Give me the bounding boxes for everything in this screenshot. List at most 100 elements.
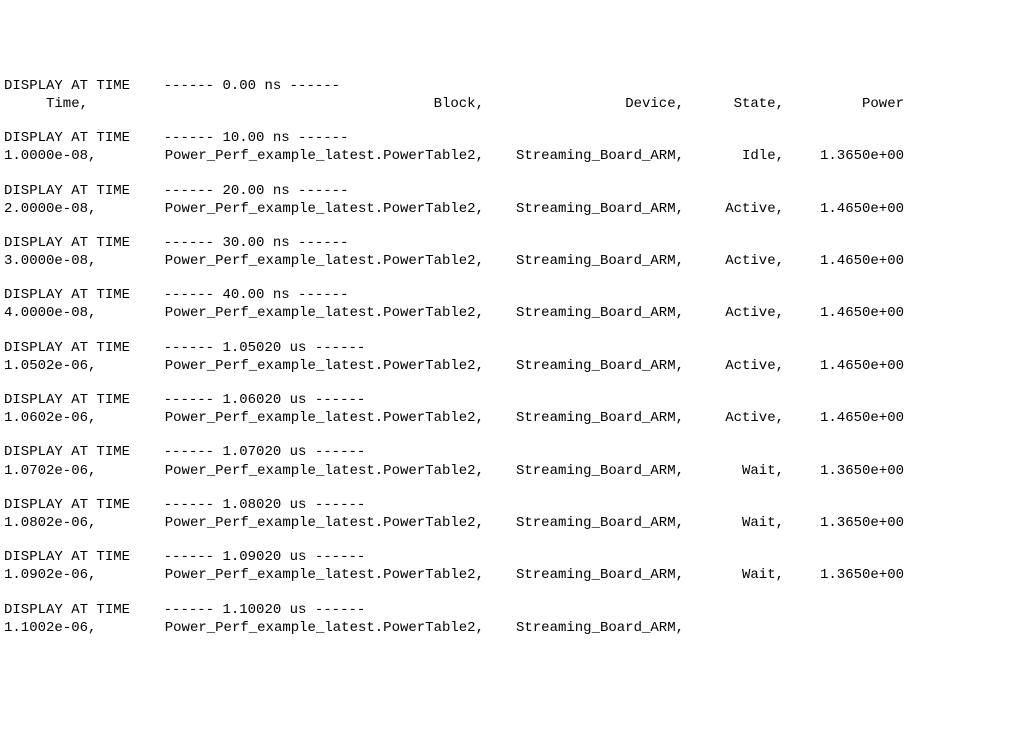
- log-entry: DISPLAY AT TIME ------ 1.10020 us ------…: [4, 601, 1020, 637]
- log-entry: DISPLAY AT TIME ------ 20.00 ns ------2.…: [4, 182, 1020, 218]
- timestamp-header: ------ 1.07020 us ------: [130, 444, 365, 460]
- timestamp-line: DISPLAY AT TIME ------ 1.05020 us ------: [4, 339, 1020, 357]
- col-state: Active,: [684, 357, 784, 375]
- col-power: 1.4650e+00: [784, 357, 904, 375]
- col-device: Device,: [484, 95, 684, 113]
- col-state: Wait,: [684, 514, 784, 532]
- timestamp-header: ------ 40.00 ns ------: [130, 287, 348, 303]
- col-device: Streaming_Board_ARM,: [484, 619, 684, 637]
- data-row: Time,Block,Device,State,Power: [4, 95, 1020, 113]
- col-block: Power_Perf_example_latest.PowerTable2,: [134, 304, 484, 322]
- data-row: 1.0802e-06,Power_Perf_example_latest.Pow…: [4, 514, 1020, 532]
- col-device: Streaming_Board_ARM,: [484, 252, 684, 270]
- timestamp-line: DISPLAY AT TIME ------ 0.00 ns ------: [4, 77, 1020, 95]
- col-device: Streaming_Board_ARM,: [484, 357, 684, 375]
- col-device: Streaming_Board_ARM,: [484, 304, 684, 322]
- col-state: Wait,: [684, 462, 784, 480]
- display-prefix: DISPLAY AT TIME: [4, 130, 130, 146]
- display-prefix: DISPLAY AT TIME: [4, 287, 130, 303]
- col-power: 1.4650e+00: [784, 304, 904, 322]
- col-state: Wait,: [684, 566, 784, 584]
- col-device: Streaming_Board_ARM,: [484, 147, 684, 165]
- col-time: Time,: [4, 95, 134, 113]
- col-time: 2.0000e-08,: [4, 200, 134, 218]
- timestamp-line: DISPLAY AT TIME ------ 1.07020 us ------: [4, 443, 1020, 461]
- display-prefix: DISPLAY AT TIME: [4, 497, 130, 513]
- data-row: 3.0000e-08,Power_Perf_example_latest.Pow…: [4, 252, 1020, 270]
- col-block: Power_Perf_example_latest.PowerTable2,: [134, 252, 484, 270]
- log-output: DISPLAY AT TIME ------ 0.00 ns ------ Ti…: [4, 77, 1020, 637]
- data-row: 1.0702e-06,Power_Perf_example_latest.Pow…: [4, 462, 1020, 480]
- col-state: Active,: [684, 252, 784, 270]
- timestamp-header: ------ 20.00 ns ------: [130, 183, 348, 199]
- col-device: Streaming_Board_ARM,: [484, 409, 684, 427]
- col-time: 1.0502e-06,: [4, 357, 134, 375]
- col-time: 1.0602e-06,: [4, 409, 134, 427]
- timestamp-header: ------ 1.06020 us ------: [130, 392, 365, 408]
- col-block: Power_Perf_example_latest.PowerTable2,: [134, 514, 484, 532]
- display-prefix: DISPLAY AT TIME: [4, 602, 130, 618]
- col-time: 4.0000e-08,: [4, 304, 134, 322]
- col-power: 1.4650e+00: [784, 200, 904, 218]
- timestamp-line: DISPLAY AT TIME ------ 1.06020 us ------: [4, 391, 1020, 409]
- col-block: Power_Perf_example_latest.PowerTable2,: [134, 566, 484, 584]
- display-prefix: DISPLAY AT TIME: [4, 340, 130, 356]
- data-row: 1.0502e-06,Power_Perf_example_latest.Pow…: [4, 357, 1020, 375]
- col-time: 1.1002e-06,: [4, 619, 134, 637]
- display-prefix: DISPLAY AT TIME: [4, 235, 130, 251]
- timestamp-line: DISPLAY AT TIME ------ 1.08020 us ------: [4, 496, 1020, 514]
- col-device: Streaming_Board_ARM,: [484, 200, 684, 218]
- timestamp-line: DISPLAY AT TIME ------ 1.10020 us ------: [4, 601, 1020, 619]
- timestamp-line: DISPLAY AT TIME ------ 1.09020 us ------: [4, 548, 1020, 566]
- col-time: 3.0000e-08,: [4, 252, 134, 270]
- timestamp-line: DISPLAY AT TIME ------ 40.00 ns ------: [4, 286, 1020, 304]
- display-prefix: DISPLAY AT TIME: [4, 78, 130, 94]
- timestamp-header: ------ 1.05020 us ------: [130, 340, 365, 356]
- col-state: State,: [684, 95, 784, 113]
- col-state: Idle,: [684, 147, 784, 165]
- data-row: 1.1002e-06,Power_Perf_example_latest.Pow…: [4, 619, 1020, 637]
- timestamp-line: DISPLAY AT TIME ------ 30.00 ns ------: [4, 234, 1020, 252]
- col-power: 1.4650e+00: [784, 252, 904, 270]
- timestamp-header: ------ 0.00 ns ------: [130, 78, 340, 94]
- display-prefix: DISPLAY AT TIME: [4, 183, 130, 199]
- col-power: 1.4650e+00: [784, 409, 904, 427]
- timestamp-header: ------ 1.09020 us ------: [130, 549, 365, 565]
- col-block: Power_Perf_example_latest.PowerTable2,: [134, 409, 484, 427]
- log-entry: DISPLAY AT TIME ------ 1.05020 us ------…: [4, 339, 1020, 375]
- display-prefix: DISPLAY AT TIME: [4, 392, 130, 408]
- col-time: 1.0000e-08,: [4, 147, 134, 165]
- col-time: 1.0902e-06,: [4, 566, 134, 584]
- col-power: 1.3650e+00: [784, 462, 904, 480]
- col-device: Streaming_Board_ARM,: [484, 566, 684, 584]
- col-state: Active,: [684, 200, 784, 218]
- data-row: 1.0902e-06,Power_Perf_example_latest.Pow…: [4, 566, 1020, 584]
- timestamp-line: DISPLAY AT TIME ------ 20.00 ns ------: [4, 182, 1020, 200]
- col-device: Streaming_Board_ARM,: [484, 462, 684, 480]
- display-prefix: DISPLAY AT TIME: [4, 444, 130, 460]
- col-block: Power_Perf_example_latest.PowerTable2,: [134, 462, 484, 480]
- log-entry: DISPLAY AT TIME ------ 30.00 ns ------3.…: [4, 234, 1020, 270]
- col-state: Active,: [684, 304, 784, 322]
- col-power: 1.3650e+00: [784, 566, 904, 584]
- timestamp-header: ------ 10.00 ns ------: [130, 130, 348, 146]
- timestamp-header: ------ 1.10020 us ------: [130, 602, 365, 618]
- col-power: 1.3650e+00: [784, 514, 904, 532]
- col-power: Power: [784, 95, 904, 113]
- log-entry: DISPLAY AT TIME ------ 1.07020 us ------…: [4, 443, 1020, 479]
- col-block: Power_Perf_example_latest.PowerTable2,: [134, 357, 484, 375]
- log-entry: DISPLAY AT TIME ------ 10.00 ns ------1.…: [4, 129, 1020, 165]
- display-prefix: DISPLAY AT TIME: [4, 549, 130, 565]
- log-entry: DISPLAY AT TIME ------ 40.00 ns ------4.…: [4, 286, 1020, 322]
- col-block: Power_Perf_example_latest.PowerTable2,: [134, 619, 484, 637]
- col-power: 1.3650e+00: [784, 147, 904, 165]
- col-device: Streaming_Board_ARM,: [484, 514, 684, 532]
- log-entry: DISPLAY AT TIME ------ 0.00 ns ------ Ti…: [4, 77, 1020, 113]
- col-block: Power_Perf_example_latest.PowerTable2,: [134, 200, 484, 218]
- timestamp-header: ------ 1.08020 us ------: [130, 497, 365, 513]
- log-entry: DISPLAY AT TIME ------ 1.06020 us ------…: [4, 391, 1020, 427]
- col-state: Active,: [684, 409, 784, 427]
- data-row: 4.0000e-08,Power_Perf_example_latest.Pow…: [4, 304, 1020, 322]
- col-time: 1.0802e-06,: [4, 514, 134, 532]
- data-row: 1.0000e-08,Power_Perf_example_latest.Pow…: [4, 147, 1020, 165]
